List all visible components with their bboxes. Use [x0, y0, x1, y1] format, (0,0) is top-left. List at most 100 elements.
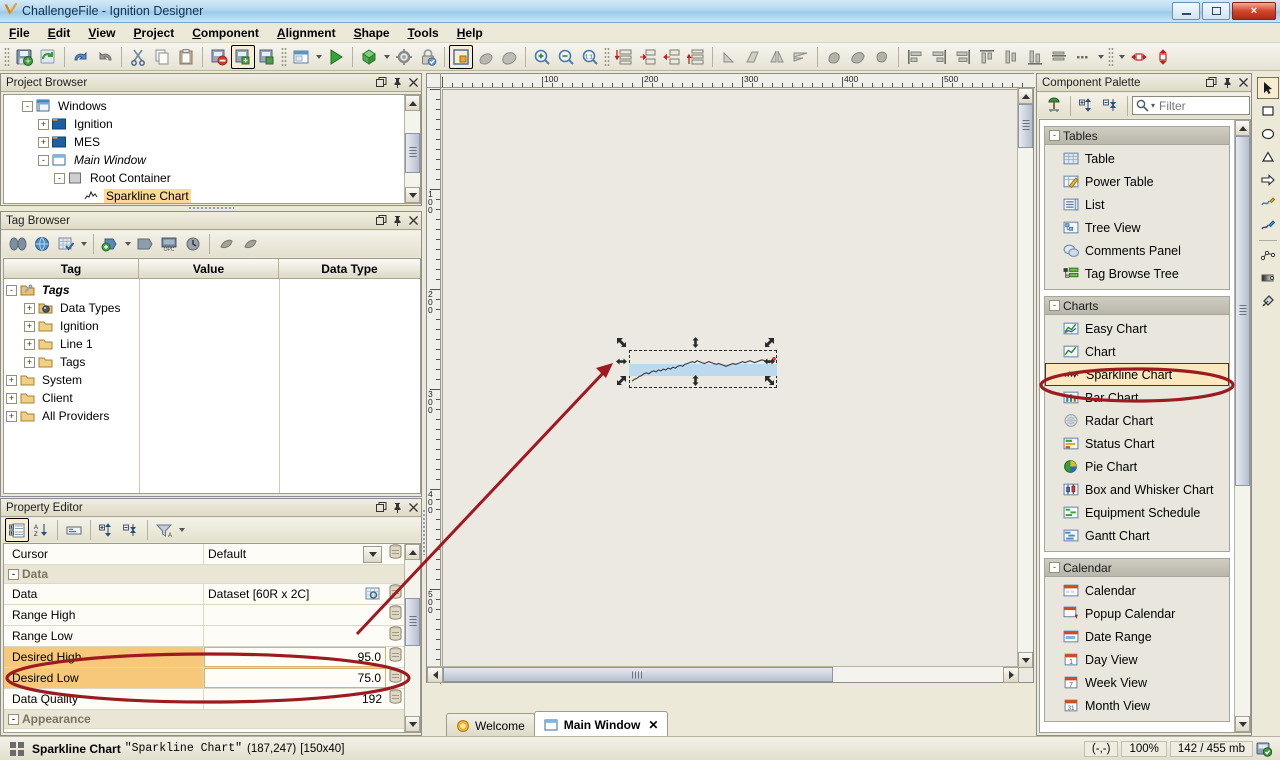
scroll-up-button[interactable] — [405, 544, 420, 560]
palette-item-gantt-chart[interactable]: Gantt Chart — [1045, 524, 1229, 547]
tree-expander[interactable]: - — [6, 285, 17, 296]
menu-edit[interactable]: Edit — [39, 24, 80, 42]
pin-icon[interactable] — [389, 500, 405, 516]
menu-shape[interactable]: Shape — [345, 24, 399, 42]
tag-tree-item-ignition[interactable]: +Ignition — [6, 317, 138, 335]
refresh-icon[interactable] — [36, 45, 60, 69]
tag-provider-icon[interactable] — [30, 232, 54, 256]
tree-expander[interactable]: - — [22, 101, 33, 112]
resize-handle-w[interactable] — [615, 355, 628, 368]
flip-h-icon[interactable] — [765, 45, 789, 69]
tree-expander[interactable]: + — [6, 375, 17, 386]
property-row-cursor[interactable]: CursorDefault — [4, 544, 404, 565]
panel-resize-grip[interactable] — [188, 206, 234, 210]
scroll-down-button[interactable] — [405, 187, 420, 203]
scroll-track[interactable] — [1018, 104, 1033, 652]
resize-handle-e[interactable] — [763, 355, 776, 368]
expand-all-icon[interactable] — [1075, 94, 1099, 118]
window-design-surface[interactable] — [442, 89, 1019, 668]
property-category-data[interactable]: -Data — [4, 565, 404, 584]
menu-view[interactable]: View — [79, 24, 124, 42]
property-editor-scrollbar[interactable] — [404, 544, 420, 732]
sparkline-chart-component[interactable] — [621, 342, 785, 396]
rotate-icon[interactable] — [717, 45, 741, 69]
scroll-left-button[interactable] — [427, 667, 443, 683]
menu-alignment[interactable]: Alignment — [268, 24, 345, 42]
property-row-data-quality[interactable]: Data Quality192 — [4, 689, 404, 710]
palette-item-table[interactable]: Table — [1045, 147, 1229, 170]
property-category-appearance[interactable]: -Appearance — [4, 710, 404, 729]
width-match-icon[interactable] — [1127, 45, 1151, 69]
intersect-icon[interactable] — [870, 45, 894, 69]
palette-item-popup-calendar[interactable]: Popup Calendar — [1045, 602, 1229, 625]
window-tab-main-window[interactable]: Main Window✕ — [534, 711, 669, 737]
pin-icon[interactable] — [389, 75, 405, 91]
scroll-up-button[interactable] — [1235, 120, 1250, 136]
tab-close-icon[interactable]: ✕ — [648, 718, 658, 732]
column-datatype[interactable]: Data Type — [279, 259, 420, 278]
property-value[interactable]: Dataset [60R x 2C] — [208, 587, 365, 601]
dataset-editor-button[interactable] — [365, 587, 382, 602]
palette-item-tag-browse-tree[interactable]: Tag Browse Tree — [1045, 262, 1229, 285]
grid-dropdown-icon[interactable] — [1116, 45, 1127, 69]
project-tree-item-windows[interactable]: -Windows — [6, 97, 404, 115]
filter-input[interactable] — [1157, 98, 1237, 114]
tag-tree-item-client[interactable]: +Client — [6, 389, 138, 407]
zoom-in-icon[interactable] — [530, 45, 554, 69]
tag-tree-item-system[interactable]: +System — [6, 371, 138, 389]
binding-button[interactable] — [388, 689, 404, 706]
browse-tags-icon[interactable] — [6, 232, 30, 256]
redo-icon[interactable] — [93, 45, 117, 69]
category-expander[interactable]: - — [8, 714, 19, 725]
property-row-range-high[interactable]: Range High — [4, 605, 404, 626]
collapse-all-icon[interactable] — [119, 518, 143, 542]
palette-item-day-view[interactable]: 1Day View — [1045, 648, 1229, 671]
binding-button[interactable] — [388, 544, 404, 561]
project-tree-item-root-container[interactable]: -Root Container — [6, 169, 404, 187]
description-icon[interactable] — [62, 518, 86, 542]
binding-button[interactable] — [388, 605, 404, 622]
toolbar-grip[interactable] — [4, 47, 10, 67]
canvas-vertical-scrollbar[interactable] — [1017, 88, 1033, 668]
palette-item-radar-chart[interactable]: Radar Chart — [1045, 409, 1229, 432]
float-icon[interactable] — [373, 500, 389, 516]
zoom-actual-icon[interactable]: 1:1 — [578, 45, 602, 69]
project-tree-item-sparkline-chart[interactable]: Sparkline Chart — [6, 187, 404, 203]
resize-handle-sw[interactable] — [615, 374, 628, 387]
expand-all-icon[interactable] — [95, 518, 119, 542]
palette-item-calendar[interactable]: Calendar — [1045, 579, 1229, 602]
scroll-track[interactable] — [443, 667, 1003, 682]
opc-icon[interactable]: OPC — [157, 232, 181, 256]
menu-help[interactable]: Help — [448, 24, 492, 42]
palette-item-power-table[interactable]: Power Table — [1045, 170, 1229, 193]
new-tag-icon[interactable] — [98, 232, 122, 256]
undo-icon[interactable] — [69, 45, 93, 69]
palette-item-chart[interactable]: Chart — [1045, 340, 1229, 363]
tree-expander[interactable]: + — [24, 357, 35, 368]
move-down-icon[interactable] — [238, 232, 262, 256]
collapse-all-icon[interactable] — [1099, 94, 1123, 118]
pin-icon[interactable] — [389, 213, 405, 229]
component-copy-icon[interactable] — [231, 45, 255, 69]
cut-icon[interactable] — [126, 45, 150, 69]
publish-dropdown-icon[interactable] — [381, 45, 392, 69]
close-button[interactable]: × — [1232, 2, 1276, 20]
binding-button[interactable] — [388, 668, 404, 685]
scroll-down-button[interactable] — [405, 716, 420, 732]
menu-project[interactable]: Project — [125, 24, 184, 42]
property-row-desired-low[interactable]: Desired Low75.0 — [4, 668, 404, 689]
scroll-up-button[interactable] — [405, 95, 420, 111]
resize-handle-se[interactable] — [763, 374, 776, 387]
resize-handle-ne[interactable] — [763, 336, 776, 349]
arrow-tool[interactable] — [1257, 169, 1279, 191]
palette-group-header-calendar[interactable]: -Calendar — [1044, 558, 1230, 577]
scroll-track[interactable] — [405, 111, 420, 187]
palette-item-box-and-whisker-chart[interactable]: Box and Whisker Chart — [1045, 478, 1229, 501]
memory-ok-icon[interactable] — [1256, 741, 1272, 757]
tree-expander[interactable]: + — [24, 339, 35, 350]
column-tag[interactable]: Tag — [4, 259, 139, 278]
align-right-icon[interactable] — [951, 45, 975, 69]
palette-item-bar-chart[interactable]: Bar Chart — [1045, 386, 1229, 409]
shear-icon[interactable] — [741, 45, 765, 69]
scroll-down-button[interactable] — [1018, 652, 1033, 668]
